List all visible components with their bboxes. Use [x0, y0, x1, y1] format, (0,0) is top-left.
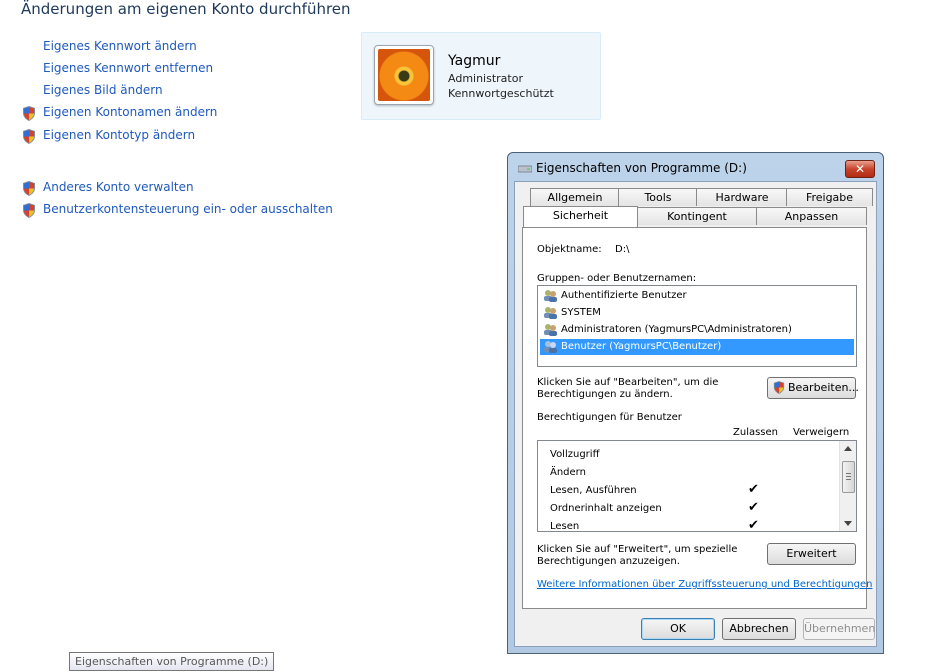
tab-freigabe[interactable]: Freigabe: [786, 188, 873, 206]
task-uac-toggle[interactable]: Benutzerkontensteuerung ein- oder aussch…: [43, 202, 333, 216]
task-remove-password[interactable]: Eigenes Kennwort entfernen: [43, 61, 213, 75]
uac-shield-icon: [23, 129, 35, 144]
apply-button[interactable]: Übernehmen: [803, 618, 875, 640]
list-item-label: Administratoren (YagmursPC\Administrator…: [561, 324, 792, 335]
properties-dialog: Eigenschaften von Programme (D:) ✕ Allge…: [507, 152, 884, 654]
edit-button[interactable]: Bearbeiten...: [767, 377, 859, 399]
task-change-picture[interactable]: Eigenes Bild ändern: [43, 83, 163, 97]
advanced-hint-line2: Berechtigungen anzuzeigen.: [537, 556, 680, 567]
tab-kontingent[interactable]: Kontingent: [636, 207, 758, 225]
permission-name: Lesen, Ausführen: [550, 485, 637, 496]
user-name: Yagmur: [448, 53, 501, 69]
edit-hint-line1: Klicken Sie auf "Bearbeiten", um die: [537, 377, 719, 388]
scroll-thumb[interactable]: [842, 461, 855, 493]
permission-name: Ordnerinhalt anzeigen: [550, 503, 662, 514]
user-role: Administrator: [448, 72, 523, 85]
advanced-hint-line1: Klicken Sie auf "Erweitert", um speziell…: [537, 544, 738, 555]
users-icon: [544, 341, 557, 353]
user-account-card: Yagmur Administrator Kennwortgeschützt: [361, 32, 601, 120]
permission-name: Lesen: [550, 521, 580, 532]
taskbar-tooltip: Eigenschaften von Programme (D:): [69, 652, 275, 671]
tab-allgemein[interactable]: Allgemein: [530, 188, 620, 206]
users-icon: [544, 324, 557, 336]
tab-hardware[interactable]: Hardware: [696, 188, 788, 206]
scroll-up-arrow-icon[interactable]: [844, 445, 852, 451]
ok-button[interactable]: OK: [641, 618, 715, 640]
list-item-selected[interactable]: Benutzer (YagmursPC\Benutzer): [540, 339, 854, 355]
allow-check-icon: ✔: [748, 518, 759, 532]
scroll-down-arrow-icon[interactable]: [844, 521, 852, 527]
user-password-status: Kennwortgeschützt: [448, 87, 554, 100]
uac-shield-icon: [23, 181, 35, 196]
list-item[interactable]: SYSTEM: [540, 305, 854, 321]
drive-icon: [518, 165, 532, 173]
list-item[interactable]: Administratoren (YagmursPC\Administrator…: [540, 322, 854, 338]
close-button[interactable]: ✕: [845, 160, 875, 178]
page-title: Änderungen am eigenen Konto durchführen: [21, 0, 351, 18]
tab-sicherheit[interactable]: Sicherheit: [523, 206, 638, 227]
task-change-account-name[interactable]: Eigenen Kontonamen ändern: [43, 105, 217, 119]
permission-name: Ändern: [550, 467, 586, 478]
security-tab-panel: Objektname: D:\ Gruppen- oder Benutzerna…: [522, 227, 872, 609]
permissions-list[interactable]: Vollzugriff Ändern Lesen, Ausführen ✔ Or…: [537, 440, 857, 532]
edit-hint-line2: Berechtigungen zu ändern.: [537, 389, 673, 400]
tab-anpassen[interactable]: Anpassen: [756, 207, 867, 225]
scrollbar[interactable]: [839, 441, 856, 531]
advanced-button[interactable]: Erweitert: [767, 543, 856, 565]
column-deny: Verweigern: [793, 427, 850, 438]
dialog-title: Eigenschaften von Programme (D:): [536, 161, 747, 175]
list-item[interactable]: Authentifizierte Benutzer: [540, 288, 854, 304]
info-link[interactable]: Weitere Informationen über Zugriffssteue…: [537, 579, 872, 590]
list-item-label: Benutzer (YagmursPC\Benutzer): [561, 341, 722, 352]
tab-tools[interactable]: Tools: [618, 188, 698, 206]
allow-check-icon: ✔: [748, 482, 759, 497]
list-item-label: SYSTEM: [561, 307, 601, 318]
object-name-label: Objektname:: [537, 244, 602, 255]
permissions-label: Berechtigungen für Benutzer: [537, 412, 682, 423]
flower-picture-icon: [378, 49, 430, 101]
edit-button-label: Bearbeiten...: [788, 381, 859, 394]
uac-shield-icon: [23, 203, 35, 218]
users-icon: [544, 290, 557, 302]
users-icon: [544, 307, 557, 319]
list-item-label: Authentifizierte Benutzer: [561, 290, 687, 301]
object-name-value: D:\: [615, 244, 630, 255]
groups-label: Gruppen- oder Benutzernamen:: [537, 273, 697, 284]
dialog-body: Allgemein Tools Hardware Freigabe Sicher…: [514, 181, 877, 647]
task-manage-other-account[interactable]: Anderes Konto verwalten: [43, 180, 194, 194]
avatar[interactable]: [374, 45, 434, 105]
uac-shield-icon: [23, 106, 35, 121]
task-change-password[interactable]: Eigenes Kennwort ändern: [43, 39, 197, 53]
permission-name: Vollzugriff: [550, 449, 600, 460]
cancel-button[interactable]: Abbrechen: [722, 618, 796, 640]
column-allow: Zulassen: [733, 427, 779, 438]
task-change-account-type[interactable]: Eigenen Kontotyp ändern: [43, 128, 195, 142]
uac-shield-icon: [773, 381, 785, 394]
groups-listbox[interactable]: Authentifizierte Benutzer SYSTEM Adminis…: [537, 285, 857, 367]
allow-check-icon: ✔: [748, 500, 759, 515]
